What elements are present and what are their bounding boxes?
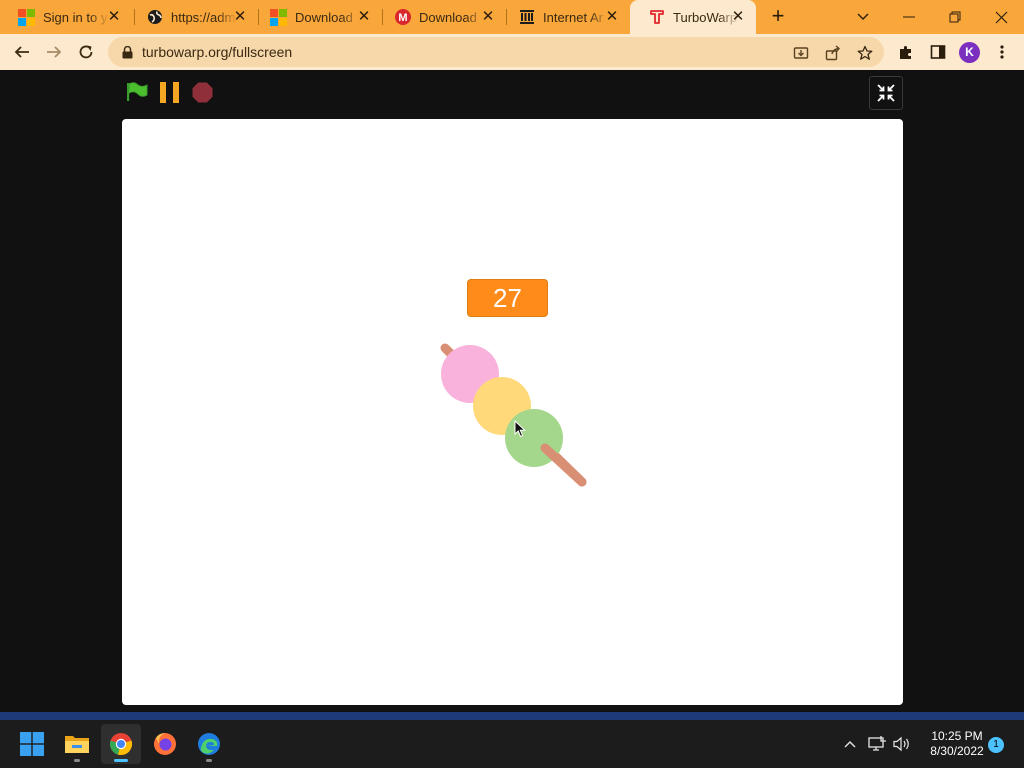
turbowarp-page: 27: [0, 70, 1024, 712]
tab-turbowarp[interactable]: TurboWarp ✕: [630, 0, 756, 34]
close-icon: [995, 11, 1007, 23]
dango-sprite[interactable]: [432, 334, 602, 494]
exit-fullscreen-icon: [877, 84, 895, 102]
arrow-left-icon: [14, 46, 29, 58]
tab-search-button[interactable]: [840, 0, 886, 34]
close-tab-icon[interactable]: ✕: [106, 9, 122, 25]
running-indicator: [206, 759, 212, 762]
exit-fullscreen-button[interactable]: [869, 76, 903, 110]
kebab-menu-icon: [1000, 45, 1004, 59]
globe-icon: [146, 9, 163, 26]
tab-internet-archive[interactable]: Internet Ar ✕: [500, 0, 630, 34]
microsoft-logo-icon: [18, 8, 35, 26]
forward-button[interactable]: [40, 38, 68, 66]
mega-logo-icon: M: [394, 9, 411, 26]
network-button[interactable]: [867, 734, 887, 754]
restore-button[interactable]: [932, 0, 978, 34]
green-flag-button[interactable]: [126, 82, 149, 107]
stop-icon: [192, 82, 213, 103]
volume-button[interactable]: [892, 734, 912, 754]
firefox-icon: [154, 733, 176, 755]
reload-button[interactable]: [72, 38, 100, 66]
file-explorer-icon: [65, 736, 89, 753]
svg-text:M: M: [398, 12, 407, 24]
mouse-cursor-icon: [514, 420, 526, 438]
profile-avatar[interactable]: K: [959, 42, 980, 63]
tab-title: Download: [419, 9, 477, 25]
show-hidden-icons-button[interactable]: [840, 734, 860, 754]
tab-title: Download: [295, 9, 353, 25]
windows-taskbar: 10:25 PM 8/30/2022 1: [0, 720, 1024, 768]
microsoft-logo-icon: [270, 8, 287, 26]
tab-title: Internet Ar: [543, 9, 603, 25]
game-stage[interactable]: 27: [122, 119, 903, 705]
close-tab-icon[interactable]: ✕: [356, 9, 372, 25]
running-indicator: [74, 759, 80, 762]
arrow-right-icon: [47, 46, 62, 58]
address-bar[interactable]: turbowarp.org/fullscreen: [108, 37, 884, 67]
chevron-down-icon: [857, 13, 869, 20]
notification-badge[interactable]: 1: [988, 737, 1004, 753]
close-tab-icon[interactable]: ✕: [604, 9, 620, 25]
edge-taskbar-button[interactable]: [189, 724, 229, 764]
skewer-handle: [540, 443, 587, 487]
network-icon: [868, 736, 886, 751]
chrome-icon: [109, 733, 133, 756]
edge-icon: [198, 733, 220, 755]
close-tab-icon[interactable]: ✕: [232, 9, 248, 25]
browser-toolbar: turbowarp.org/fullscreen K: [0, 34, 1024, 70]
running-indicator: [114, 759, 128, 762]
tab-title: https://adm: [171, 9, 236, 25]
minimize-button[interactable]: [886, 0, 932, 34]
firefox-taskbar-button[interactable]: [145, 724, 185, 764]
speaker-icon: [893, 736, 909, 752]
side-panel-button[interactable]: [924, 38, 952, 66]
url-text: turbowarp.org/fullscreen: [142, 44, 293, 60]
tab-download-microsoft[interactable]: Download ✕: [252, 0, 382, 34]
taskbar-clock[interactable]: 10:25 PM 8/30/2022: [918, 729, 996, 759]
file-explorer-button[interactable]: [57, 724, 97, 764]
tab-download-mega[interactable]: M Download ✕: [376, 0, 506, 34]
start-icon: [20, 732, 44, 756]
taskbar-accent-strip: [0, 712, 1024, 720]
minimize-icon: [903, 16, 915, 18]
bookmark-star-icon[interactable]: [856, 44, 874, 62]
pause-icon: [160, 82, 179, 103]
pause-button[interactable]: [160, 82, 180, 108]
tab-admin[interactable]: https://adm ✕: [128, 0, 258, 34]
tab-strip: Sign in to y ✕ https://adm ✕ Download ✕ …: [0, 0, 1024, 34]
close-tab-icon[interactable]: ✕: [480, 9, 496, 25]
close-tab-icon[interactable]: ✕: [730, 9, 746, 25]
chevron-up-icon: [844, 741, 856, 748]
tab-title: Sign in to y: [43, 9, 108, 25]
reload-icon: [79, 45, 93, 59]
archive-icon: [518, 9, 535, 26]
new-tab-button[interactable]: +: [766, 5, 790, 29]
chrome-taskbar-button[interactable]: [101, 724, 141, 764]
turbowarp-icon: [648, 9, 665, 26]
browser-menu-button[interactable]: [988, 38, 1016, 66]
tab-sign-in[interactable]: Sign in to y ✕: [0, 0, 132, 34]
puzzle-icon: [900, 46, 911, 59]
install-app-icon[interactable]: [792, 44, 810, 62]
score-monitor: 27: [467, 279, 548, 317]
clock-date: 8/30/2022: [930, 744, 984, 758]
clock-time: 10:25 PM: [931, 729, 983, 743]
side-panel-icon: [930, 45, 946, 59]
restore-icon: [949, 11, 961, 23]
green-flag-icon: [126, 82, 148, 101]
back-button[interactable]: [8, 38, 36, 66]
share-icon[interactable]: [824, 44, 842, 62]
extensions-button[interactable]: [892, 38, 920, 66]
start-button[interactable]: [12, 724, 52, 764]
stop-button[interactable]: [192, 82, 213, 108]
close-window-button[interactable]: [978, 0, 1024, 34]
lock-icon: [120, 45, 134, 59]
